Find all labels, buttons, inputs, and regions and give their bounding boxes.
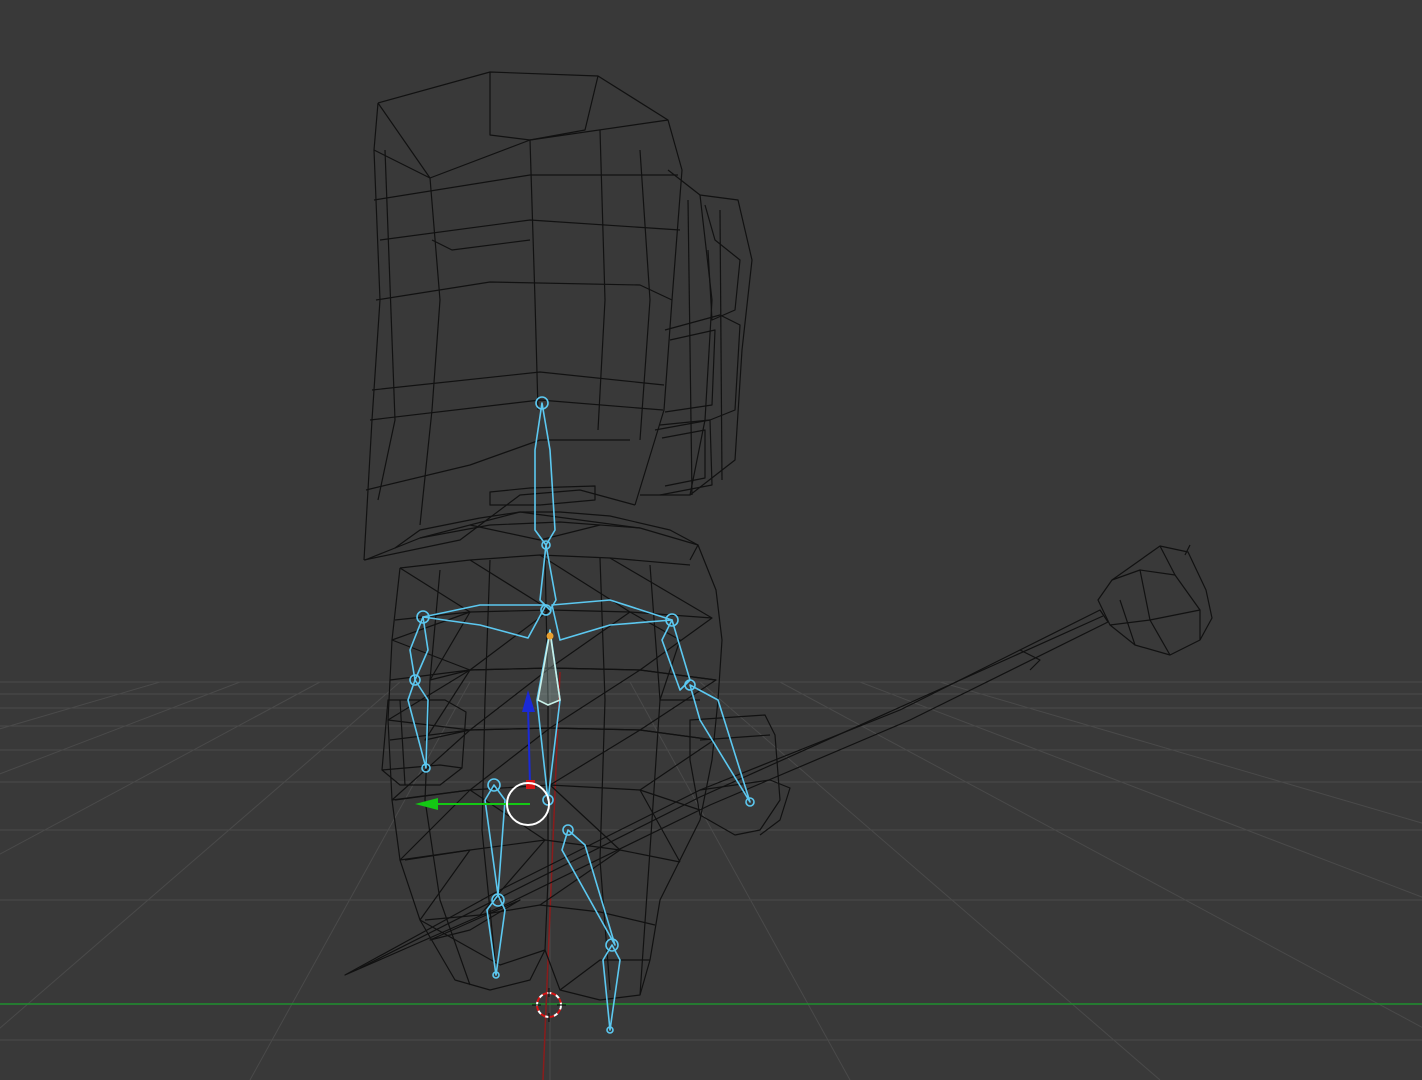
z-axis-line [542,671,561,1080]
pivot-point-icon [546,632,554,640]
bone-thigh-r [561,829,616,946]
bone-upper-arm-r [661,619,691,691]
bone-shin-r [602,944,621,1031]
staff-mesh[interactable] [344,544,1213,976]
z-axis-handle[interactable] [527,704,531,786]
bone-head [534,402,556,546]
armature[interactable] [407,396,755,1034]
z-arrow-icon[interactable] [522,690,535,712]
3d-viewport[interactable] [0,0,1422,1080]
transform-gizmo[interactable] [415,690,550,826]
character-mesh[interactable] [363,71,791,1001]
3d-cursor-icon[interactable] [532,988,566,1022]
bone-shoulder-l [422,604,547,639]
